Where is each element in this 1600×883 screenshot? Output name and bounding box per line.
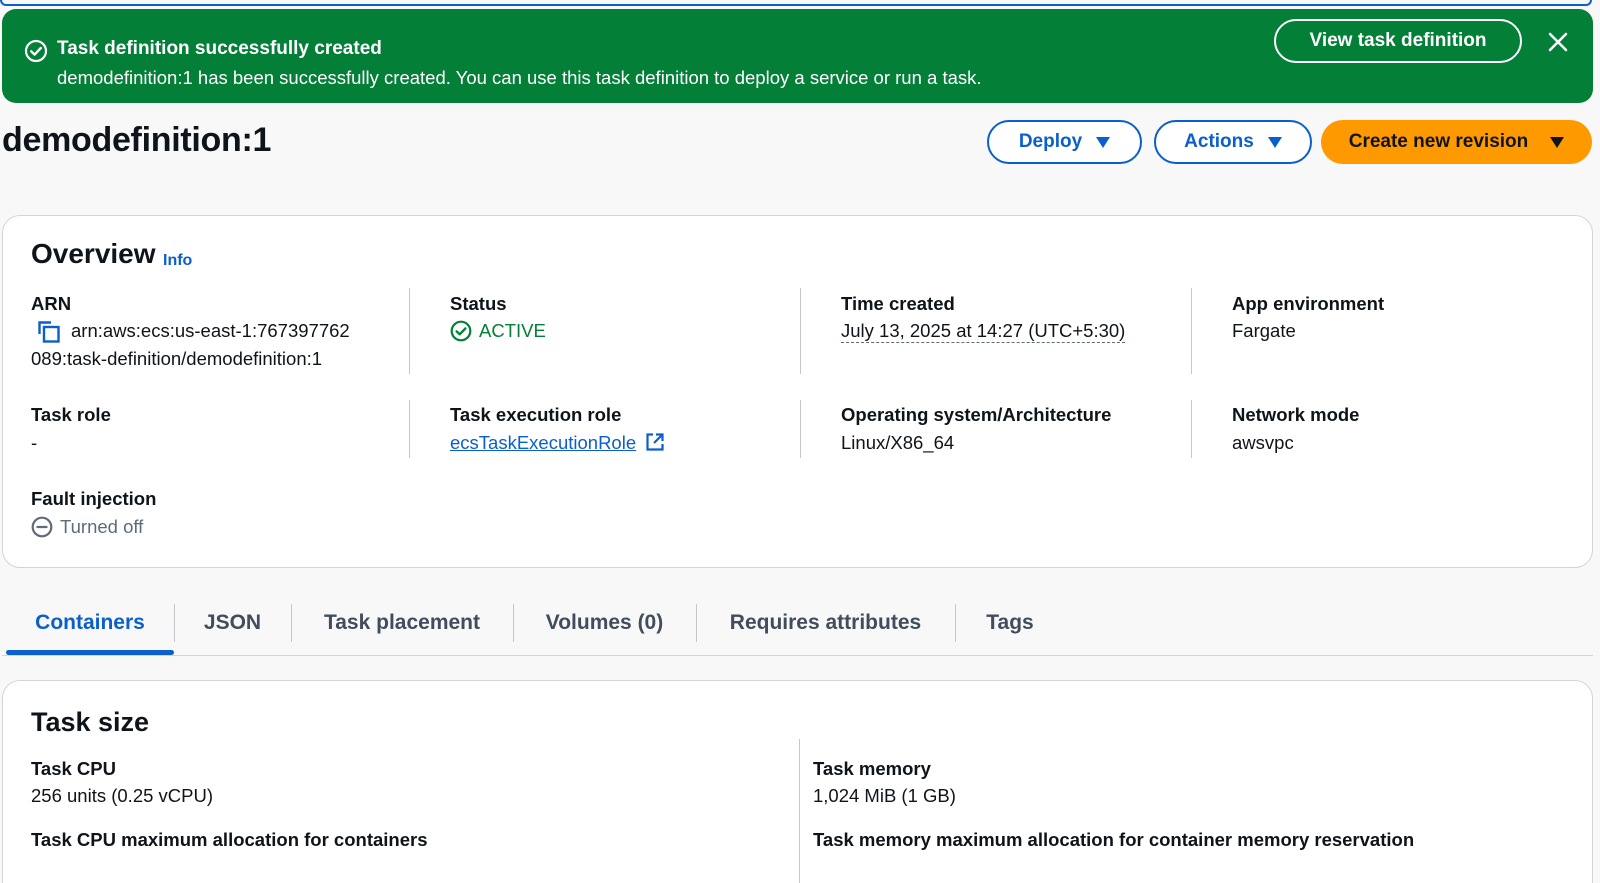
status-active-icon (450, 320, 472, 342)
tab-containers[interactable]: Containers (6, 590, 174, 656)
tab-task-placement[interactable]: Task placement (291, 590, 513, 656)
tab-json[interactable]: JSON (174, 590, 291, 656)
time-created-label: Time created (841, 293, 955, 314)
task-cpu-label: Task CPU (31, 758, 116, 779)
top-focus-border (0, 0, 1592, 6)
task-size-container: Task size Task CPU 256 units (0.25 vCPU)… (2, 680, 1593, 883)
status-value: ACTIVE (479, 320, 546, 341)
caret-down-icon (1550, 136, 1565, 148)
caret-down-icon (1267, 136, 1282, 148)
arn-value-line1: arn:aws:ecs:us-east-1:767397762 (71, 320, 350, 341)
tab-requires-attributes[interactable]: Requires attributes (696, 590, 955, 656)
task-memory-label: Task memory (813, 758, 931, 779)
success-flashbar: Task definition successfully created dem… (2, 9, 1593, 103)
flash-message: demodefinition:1 has been successfully c… (57, 67, 982, 88)
deploy-button[interactable]: Deploy (987, 120, 1142, 164)
status-label: Status (450, 293, 507, 314)
os-architecture-value: Linux/X86_64 (841, 432, 955, 453)
column-divider (800, 400, 801, 458)
external-link-icon (646, 433, 664, 451)
tab-volumes[interactable]: Volumes (0) (513, 590, 696, 656)
network-mode-value: awsvpc (1232, 432, 1294, 453)
task-role-value: - (31, 432, 38, 453)
task-cpu-max-label: Task CPU maximum allocation for containe… (31, 829, 428, 850)
column-divider (1191, 288, 1192, 374)
app-environment-label: App environment (1232, 293, 1385, 314)
fault-injection-value: Turned off (60, 516, 144, 537)
view-task-definition-button[interactable]: View task definition (1274, 19, 1522, 63)
task-execution-role-link[interactable]: ecsTaskExecutionRole (450, 432, 636, 453)
close-icon[interactable] (1547, 31, 1569, 53)
task-size-heading: Task size (31, 707, 150, 737)
overview-heading: Overview (31, 238, 156, 269)
active-tab-indicator (6, 650, 174, 655)
fault-injection-label: Fault injection (31, 488, 157, 509)
tab-bar: Containers JSON Task placement Volumes (… (2, 590, 1593, 656)
copy-icon[interactable] (37, 320, 61, 344)
deploy-label: Deploy (1018, 131, 1083, 152)
info-link[interactable]: Info (163, 252, 192, 270)
column-divider (799, 739, 800, 883)
os-architecture-label: Operating system/Architecture (841, 404, 1112, 425)
arn-label: ARN (31, 293, 72, 314)
status-stopped-icon (31, 516, 53, 538)
time-created-value[interactable]: July 13, 2025 at 14:27 (UTC+5:30) (841, 320, 1126, 343)
flash-title: Task definition successfully created (57, 38, 382, 59)
task-execution-role-label: Task execution role (450, 404, 622, 425)
column-divider (1191, 400, 1192, 458)
create-new-revision-button[interactable]: Create new revision (1321, 120, 1592, 164)
task-role-label: Task role (31, 404, 111, 425)
success-check-icon (24, 39, 48, 63)
column-divider (409, 400, 410, 458)
actions-label: Actions (1184, 131, 1254, 152)
create-revision-label: Create new revision (1348, 131, 1529, 152)
tab-tags[interactable]: Tags (955, 590, 1065, 656)
task-memory-max-label: Task memory maximum allocation for conta… (813, 829, 1415, 850)
network-mode-label: Network mode (1232, 404, 1360, 425)
caret-down-icon (1096, 136, 1111, 148)
page-title: demodefinition:1 (2, 121, 272, 159)
overview-container: Overview Info ARN arn:aws:ecs:us-east-1:… (2, 215, 1593, 568)
column-divider (409, 288, 410, 374)
arn-value-line2: 089:task-definition/demodefinition:1 (31, 348, 323, 369)
task-cpu-value: 256 units (0.25 vCPU) (31, 785, 214, 806)
actions-button[interactable]: Actions (1154, 120, 1312, 164)
column-divider (800, 288, 801, 374)
task-memory-value: 1,024 MiB (1 GB) (813, 785, 956, 806)
app-environment-value: Fargate (1232, 320, 1296, 341)
